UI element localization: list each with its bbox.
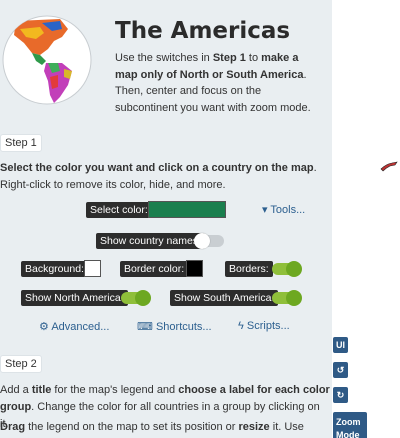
advanced-link[interactable]: ⚙ Advanced... — [39, 320, 109, 333]
scripts-link[interactable]: ϟ Scripts... — [238, 320, 290, 332]
step-1-label: Step 1 — [0, 134, 42, 152]
editor-panel: The Americas Use the switches in Step 1 … — [0, 0, 332, 438]
borders-toggle[interactable] — [272, 261, 302, 277]
shortcuts-link[interactable]: ⌨ Shortcuts... — [137, 320, 212, 333]
border-color-label: Border color: — [120, 261, 189, 277]
map-country-fragment — [380, 161, 398, 172]
show-country-names-toggle[interactable] — [194, 233, 224, 249]
ui-toggle-button[interactable]: UI — [333, 337, 348, 353]
background-color-swatch[interactable] — [84, 260, 101, 277]
border-color-swatch[interactable] — [186, 260, 203, 277]
keyboard-icon: ⌨ — [137, 321, 153, 333]
gear-icon: ⚙ — [39, 321, 49, 333]
step-2-label: Step 2 — [0, 355, 42, 373]
show-south-america-label: Show South America: — [170, 290, 279, 306]
caret-down-icon: ▾ — [262, 204, 268, 216]
undo-button[interactable]: ↺ — [333, 362, 348, 378]
redo-button[interactable]: ↻ — [333, 387, 348, 403]
background-label: Background: — [21, 261, 88, 277]
undo-icon: ↺ — [336, 364, 345, 375]
step-1-instructions: Select the color you want and click on a… — [0, 162, 317, 191]
tools-menu[interactable]: ▾ Tools... — [262, 203, 305, 216]
select-color-swatch[interactable] — [148, 201, 226, 218]
bolt-icon: ϟ — [238, 320, 244, 332]
intro-text: Use the switches in Step 1 to make a map… — [115, 52, 311, 114]
americas-globe-icon — [2, 15, 92, 105]
step-2-legend-instructions: Drag the legend on the map to set its po… — [0, 421, 304, 433]
zoom-mode-button[interactable]: Zoom Mode — [333, 412, 367, 438]
borders-label: Borders: — [225, 261, 273, 277]
show-north-america-toggle[interactable] — [121, 290, 151, 306]
page-title: The Americas — [115, 18, 291, 44]
show-country-names-label: Show country names: — [96, 233, 205, 249]
redo-icon: ↻ — [336, 389, 345, 400]
show-south-america-toggle[interactable] — [272, 290, 302, 306]
show-north-america-label: Show North America: — [21, 290, 128, 306]
select-color-label: Select color: — [86, 202, 152, 218]
